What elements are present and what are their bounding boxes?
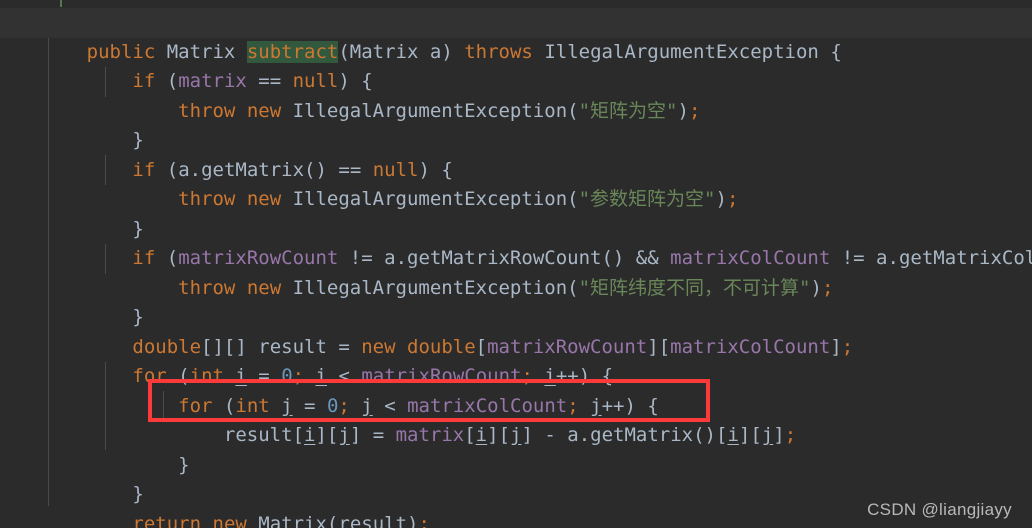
code-line-highlighted[interactable]: result[i][j] = matrix[i][j] - a.getMatri… [0, 392, 1032, 446]
code-line[interactable]: } [0, 97, 1032, 151]
code-line[interactable]: for (int i = 0; i < matrixRowCount; i++)… [0, 333, 1032, 387]
code-line[interactable]: if (a.getMatrix() == null) { [0, 126, 1032, 181]
code-line[interactable]: double[][] result = new double[matrixRow… [0, 303, 1032, 358]
caret-tick [60, 0, 62, 7]
code-line[interactable]: } [0, 274, 1032, 328]
code-line[interactable]: if (matrixRowCount != a.getMatrixRowCoun… [0, 215, 1032, 269]
code-line[interactable]: } [0, 185, 1032, 240]
code-line[interactable]: } [0, 421, 1032, 476]
previous-line-sliver [0, 0, 1032, 8]
code-line[interactable]: public Matrix subtract(Matrix a) throws … [0, 8, 1032, 63]
code-content[interactable]: public Matrix subtract(Matrix a) throws … [0, 8, 1032, 528]
code-line[interactable]: throw new IllegalArgumentException("矩阵纬度… [0, 244, 1032, 299]
code-line[interactable]: } [0, 451, 1032, 505]
code-editor[interactable]: public Matrix subtract(Matrix a) throws … [0, 0, 1032, 528]
code-line[interactable]: throw new IllegalArgumentException("参数矩阵… [0, 156, 1032, 210]
watermark: CSDN @liangjiayy [867, 500, 1012, 519]
code-line[interactable]: throw new IllegalArgumentException("矩阵为空… [0, 67, 1032, 122]
code-line[interactable]: for (int j = 0; j < matrixColCount; j++)… [0, 362, 1032, 417]
code-line[interactable]: if (matrix == null) { [0, 38, 1032, 92]
